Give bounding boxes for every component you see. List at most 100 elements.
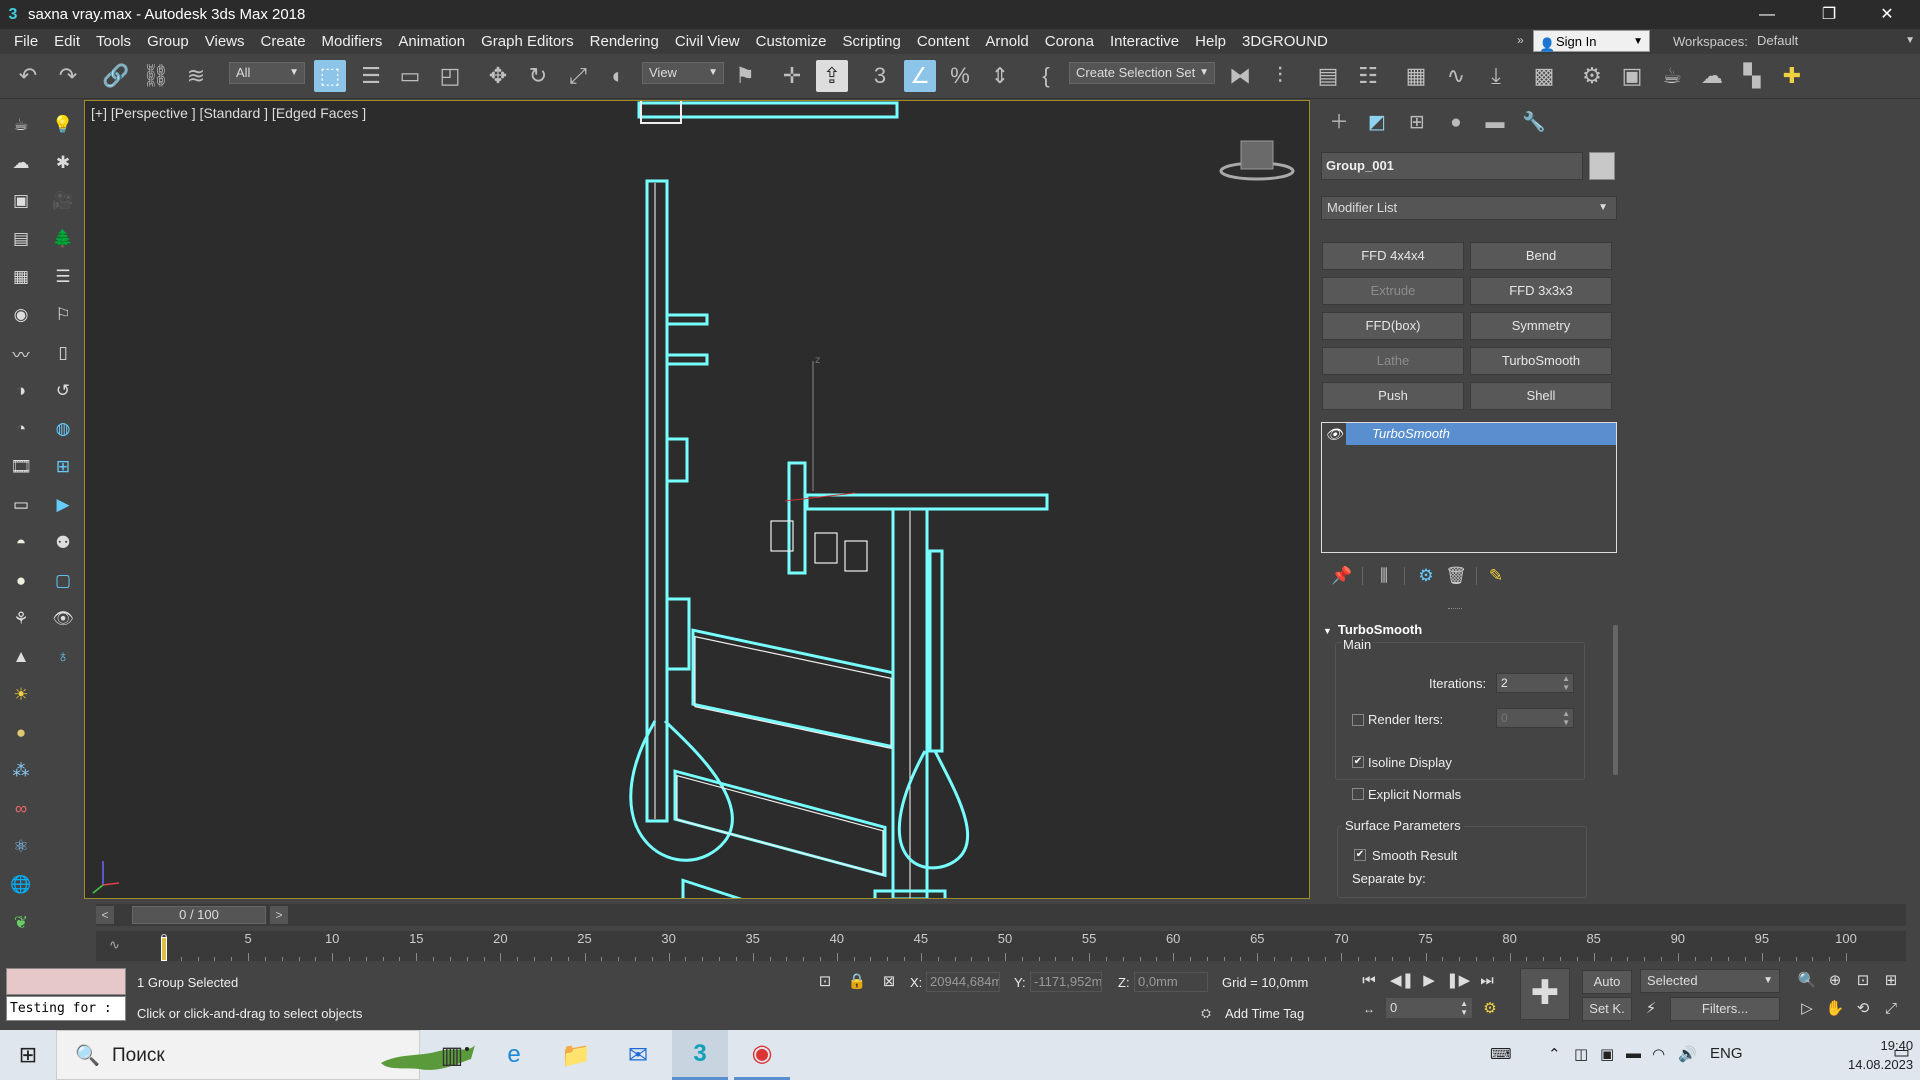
current-frame-field[interactable]: 0 ▲ ▼	[1386, 998, 1472, 1018]
set-key-icon[interactable]: ✚	[1520, 968, 1570, 1020]
spotlight-icon[interactable]: ▲	[8, 644, 34, 670]
go-to-end-icon[interactable]: ⏭	[1476, 970, 1498, 992]
menu-arnold[interactable]: Arnold	[977, 33, 1036, 50]
turbosmooth-button[interactable]: TurboSmooth	[1470, 347, 1612, 375]
battery-icon[interactable]: ▬	[1626, 1045, 1641, 1062]
eye-icon[interactable]: 👁	[50, 606, 76, 632]
play-icon[interactable]: ▶	[1418, 970, 1440, 992]
pin-stack-icon[interactable]: 📌	[1330, 564, 1354, 588]
windows-start-icon[interactable]: ⊞	[0, 1030, 56, 1080]
named-selection-set-dropdown[interactable]: Create Selection Set ▼	[1069, 62, 1215, 84]
modify-tab-icon[interactable]: ◩	[1364, 110, 1390, 136]
go-to-start-icon[interactable]: ⏮	[1358, 970, 1380, 992]
zoom-extents-icon[interactable]: ⊡	[1852, 970, 1874, 992]
previous-frame-button[interactable]: <	[96, 906, 114, 924]
tray-display-icon[interactable]: ▣	[1600, 1045, 1614, 1063]
filters-button[interactable]: Filters...	[1670, 997, 1780, 1021]
sign-in-dropdown[interactable]: 👤 Sign In ▼	[1533, 30, 1650, 52]
tree-icon[interactable]: 🌲	[50, 226, 76, 252]
mirror-icon[interactable]: ⧓	[1224, 60, 1256, 92]
ffd-3x3x3-button[interactable]: FFD 3x3x3	[1470, 277, 1612, 305]
redo-icon[interactable]: ↷	[52, 60, 84, 92]
snaps-toggle-icon[interactable]: 3	[864, 60, 896, 92]
hierarchy-tab-icon[interactable]: ⊞	[1404, 110, 1430, 136]
push-button[interactable]: Push	[1322, 382, 1464, 410]
zoom-extents-all-icon[interactable]: ⊞	[1880, 970, 1902, 992]
toggle-ribbon-icon[interactable]: ▦	[1400, 60, 1432, 92]
show-end-result-icon[interactable]: ⫼	[1372, 564, 1396, 588]
previous-key-icon[interactable]: ◀❚	[1390, 970, 1414, 992]
minimize-button[interactable]: —	[1744, 0, 1790, 29]
window-crossing-icon[interactable]: ◰	[434, 60, 466, 92]
reference-coordinate-dropdown[interactable]: View ▼	[642, 62, 724, 84]
select-object-icon[interactable]: ⬚	[314, 60, 346, 92]
teapot-icon[interactable]: ☕	[8, 112, 34, 138]
grid-icon[interactable]: ▦	[8, 264, 34, 290]
sun-icon[interactable]: ☀	[8, 682, 34, 708]
bend-button[interactable]: Bend	[1470, 242, 1612, 270]
mail-icon[interactable]: ✉	[610, 1030, 666, 1080]
box-icon[interactable]: ▭	[8, 492, 34, 518]
language-indicator[interactable]: ENG	[1710, 1045, 1743, 1062]
ffd-4x4x4-button[interactable]: FFD 4x4x4	[1322, 242, 1464, 270]
spinner-arrows-icon[interactable]: ▲ ▼	[1562, 709, 1570, 727]
viewport-perspective[interactable]: [+] [Perspective ] [Standard ] [Edged Fa…	[84, 100, 1310, 899]
volume-icon[interactable]: 🔊	[1678, 1045, 1697, 1063]
smooth-result-checkbox[interactable]: ✔	[1354, 849, 1366, 861]
snow-icon[interactable]: ✱	[50, 150, 76, 176]
bulb-outline-icon[interactable]: ♁	[50, 644, 76, 670]
dope-sheet-icon[interactable]: ⤓	[1480, 60, 1512, 92]
motion-tab-icon[interactable]: ●	[1443, 110, 1469, 136]
keyboard-shortcut-override-icon[interactable]: ⇪	[816, 60, 848, 92]
maximize-button[interactable]: ❐	[1806, 0, 1852, 29]
menu-3dground[interactable]: 3DGROUND	[1234, 33, 1336, 50]
ffd-box-button[interactable]: FFD(box)	[1322, 312, 1464, 340]
time-slider[interactable]: < 0 / 100 >	[96, 904, 1906, 926]
menu-create[interactable]: Create	[253, 33, 314, 50]
modifier-list-dropdown[interactable]: Modifier List ▼	[1321, 196, 1617, 220]
move-icon[interactable]: ✥	[482, 60, 514, 92]
list-icon[interactable]: ☰	[50, 264, 76, 290]
mesh-icon[interactable]: ⚘	[8, 606, 34, 632]
menu-tools[interactable]: Tools	[88, 33, 139, 50]
render-iters-checkbox[interactable]	[1352, 714, 1364, 726]
document-icon[interactable]: ▤	[8, 226, 34, 252]
next-key-icon[interactable]: ❚▶	[1446, 970, 1470, 992]
default-in-out-tangents-icon[interactable]: ⚡	[1640, 998, 1662, 1020]
render-icon[interactable]: ▶	[50, 492, 76, 518]
chrome-taskbar-icon[interactable]: ◉	[734, 1030, 790, 1080]
field-of-view-icon[interactable]: ▷	[1796, 998, 1818, 1020]
menu-animation[interactable]: Animation	[390, 33, 473, 50]
file-explorer-icon[interactable]: 📁	[548, 1030, 604, 1080]
rendered-frame-window-icon[interactable]: ▣	[1616, 60, 1648, 92]
isoline-display-checkbox[interactable]: ✔	[1352, 756, 1364, 768]
menu-scripting[interactable]: Scripting	[834, 33, 908, 50]
material-editor-icon[interactable]: ▩	[1528, 60, 1560, 92]
y-coordinate-field[interactable]: -1171,952m	[1030, 972, 1102, 992]
undo-icon[interactable]: ↶	[12, 60, 44, 92]
add-time-tag-button[interactable]: Add Time Tag	[1225, 1006, 1304, 1021]
menu-content[interactable]: Content	[909, 33, 978, 50]
pivot-center-icon[interactable]: ⚑	[729, 60, 761, 92]
face-icon[interactable]: ◑	[8, 378, 34, 404]
scale-icon[interactable]: ⤢	[562, 60, 594, 92]
render-in-cloud-icon[interactable]: ▚	[1736, 60, 1768, 92]
rectangular-selection-icon[interactable]: ▭	[394, 60, 426, 92]
object-name-field[interactable]: Group_001	[1321, 152, 1583, 180]
modifier-stack[interactable]: 👁 TurboSmooth	[1321, 422, 1617, 553]
menu-graph-editors[interactable]: Graph Editors	[473, 33, 582, 50]
maximize-viewport-icon[interactable]: ⤢	[1880, 998, 1902, 1020]
cloud-icon[interactable]: ☁	[8, 150, 34, 176]
symmetry-button[interactable]: Symmetry	[1470, 312, 1612, 340]
image-icon[interactable]: ▣	[8, 188, 34, 214]
notifications-icon[interactable]: ▭	[1893, 1042, 1910, 1063]
render-iterative-icon[interactable]: ☁	[1696, 60, 1728, 92]
dome-icon[interactable]: ◓	[8, 530, 34, 556]
rotate-icon[interactable]: ↻	[522, 60, 554, 92]
key-filter-dropdown[interactable]: Selected ▼	[1640, 969, 1780, 993]
bind-space-warp-icon[interactable]: ≋	[180, 60, 212, 92]
frame-icon[interactable]: ⊞	[50, 454, 76, 480]
percent-snap-icon[interactable]: %	[944, 60, 976, 92]
menu-edit[interactable]: Edit	[46, 33, 88, 50]
object-color-swatch[interactable]	[1589, 152, 1615, 180]
